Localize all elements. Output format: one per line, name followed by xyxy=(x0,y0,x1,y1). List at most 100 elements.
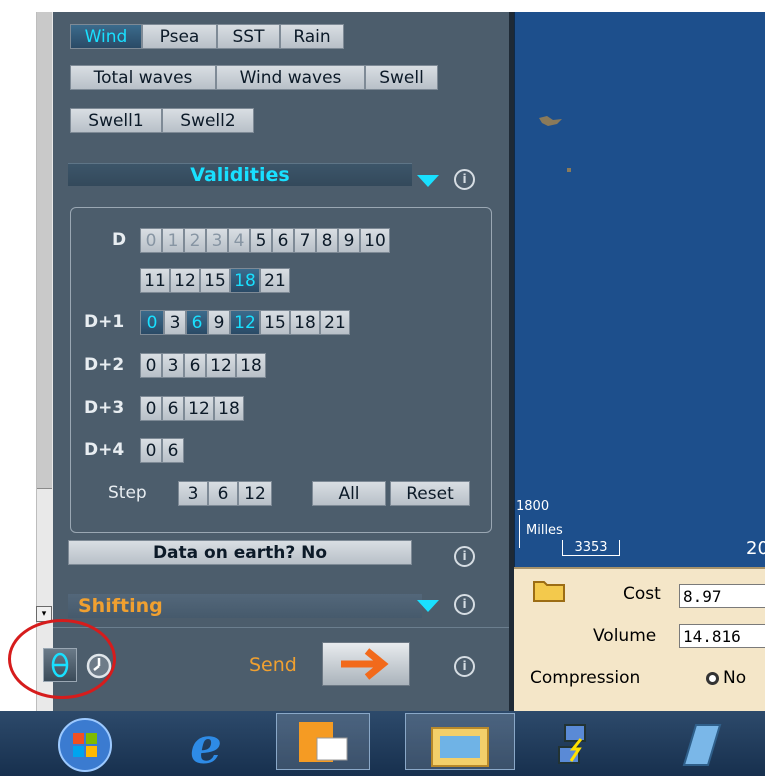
validity-d-1[interactable]: 1 xyxy=(162,228,184,253)
validity-d-0[interactable]: 0 xyxy=(140,228,162,253)
tab-wind[interactable]: Wind xyxy=(70,24,142,49)
validity-d3-12[interactable]: 12 xyxy=(184,396,214,421)
validity-d2-3[interactable]: 3 xyxy=(162,353,184,378)
validity-d-11[interactable]: 11 xyxy=(140,268,170,293)
collapse-triangle-icon[interactable] xyxy=(417,175,439,187)
validity-d1-12[interactable]: 12 xyxy=(230,310,260,335)
network-button[interactable] xyxy=(545,717,605,774)
explorer-button[interactable] xyxy=(405,713,515,770)
shifting-header[interactable]: Shifting xyxy=(68,594,422,618)
row-label-d1: D+1 xyxy=(84,312,125,332)
tab-swell1[interactable]: Swell1 xyxy=(70,108,162,133)
network-icon xyxy=(558,724,586,764)
send-label: Send xyxy=(249,654,297,676)
row-label-d2: D+2 xyxy=(84,355,125,375)
folder-icon xyxy=(533,581,565,602)
scale-vertical-bar xyxy=(519,515,520,548)
compression-no-label: No xyxy=(723,668,747,688)
shifting-info-icon[interactable]: i xyxy=(454,594,475,615)
tab-rain[interactable]: Rain xyxy=(280,24,344,49)
send-button[interactable] xyxy=(322,642,410,686)
scale-bar: 3353 xyxy=(562,540,620,556)
data-on-earth-info-icon[interactable]: i xyxy=(454,546,475,567)
tab-sst[interactable]: SST xyxy=(217,24,280,49)
scale-top: 1800 xyxy=(516,499,550,514)
tab-psea[interactable]: Psea xyxy=(142,24,217,49)
validity-d-6[interactable]: 6 xyxy=(272,228,294,253)
step-12-button[interactable]: 12 xyxy=(238,481,272,506)
validity-d-9[interactable]: 9 xyxy=(338,228,360,253)
shifting-triangle-icon[interactable] xyxy=(417,600,439,612)
cost-label: Cost xyxy=(623,584,661,604)
map-land-shapes xyxy=(539,116,571,172)
validity-d2-12[interactable]: 12 xyxy=(206,353,236,378)
step-label: Step xyxy=(108,483,147,503)
validity-d-15[interactable]: 15 xyxy=(200,268,230,293)
validity-d3-18[interactable]: 18 xyxy=(214,396,244,421)
validity-d1-3[interactable]: 3 xyxy=(164,310,186,335)
tab-wind-waves[interactable]: Wind waves xyxy=(216,65,365,90)
validity-d-7[interactable]: 7 xyxy=(294,228,316,253)
scale-unit: Milles xyxy=(526,523,563,538)
validity-d1-15[interactable]: 15 xyxy=(260,310,290,335)
step-all-button[interactable]: All xyxy=(312,481,386,506)
folder-icon xyxy=(431,727,489,767)
longitude-label: 20 xyxy=(746,538,765,559)
internet-explorer-button[interactable]: e xyxy=(176,716,236,775)
validity-d-8[interactable]: 8 xyxy=(316,228,338,253)
volume-field[interactable]: 14.816 xyxy=(679,624,765,648)
validity-d4-0[interactable]: 0 xyxy=(140,438,162,463)
tab-swell2[interactable]: Swell2 xyxy=(162,108,254,133)
validity-d3-6[interactable]: 6 xyxy=(162,396,184,421)
data-on-earth-button[interactable]: Data on earth? No xyxy=(68,540,412,565)
send-arrow-icon xyxy=(341,648,389,680)
step-6-button[interactable]: 6 xyxy=(208,481,238,506)
validities-info-icon[interactable]: i xyxy=(454,169,475,190)
validity-d1-0[interactable]: 0 xyxy=(140,310,164,335)
validity-d-2[interactable]: 2 xyxy=(184,228,206,253)
validity-d-3[interactable]: 3 xyxy=(206,228,228,253)
validity-d1-18[interactable]: 18 xyxy=(290,310,320,335)
send-info-icon[interactable]: i xyxy=(454,656,475,677)
windows-logo-icon xyxy=(58,718,112,772)
scrollbar-thumb[interactable] xyxy=(37,12,52,489)
cost-field[interactable]: 8.97 xyxy=(679,584,765,608)
left-margin xyxy=(0,0,36,711)
notepad-button[interactable] xyxy=(668,717,728,774)
validity-d2-18[interactable]: 18 xyxy=(236,353,266,378)
notepad-icon xyxy=(682,724,722,766)
validity-d-5[interactable]: 5 xyxy=(250,228,272,253)
compression-label: Compression xyxy=(530,668,641,688)
validity-d2-6[interactable]: 6 xyxy=(184,353,206,378)
validity-d-18[interactable]: 18 xyxy=(230,268,260,293)
island-shape xyxy=(539,116,562,126)
compression-no-radio[interactable] xyxy=(706,672,719,685)
tab-swell[interactable]: Swell xyxy=(365,65,438,90)
validity-d-10[interactable]: 10 xyxy=(360,228,390,253)
validity-d3-0[interactable]: 0 xyxy=(140,396,162,421)
row-label-d4: D+4 xyxy=(84,440,125,460)
panel-divider xyxy=(53,627,509,628)
open-folder-button[interactable] xyxy=(532,578,566,604)
validity-d-12[interactable]: 12 xyxy=(170,268,200,293)
validity-d-21[interactable]: 21 xyxy=(260,268,290,293)
tab-total-waves[interactable]: Total waves xyxy=(70,65,216,90)
highlight-circle xyxy=(8,619,116,699)
validity-d4-6[interactable]: 6 xyxy=(162,438,184,463)
validity-d-4[interactable]: 4 xyxy=(228,228,250,253)
outlook-button[interactable] xyxy=(276,713,370,770)
row-label-d3: D+3 xyxy=(84,398,125,418)
internet-explorer-icon: e xyxy=(190,716,222,775)
validities-header[interactable]: Validities xyxy=(68,163,412,186)
validity-d2-0[interactable]: 0 xyxy=(140,353,162,378)
outlook-icon xyxy=(299,722,348,762)
validity-d1-9[interactable]: 9 xyxy=(208,310,230,335)
reset-button[interactable]: Reset xyxy=(390,481,470,506)
island-dot xyxy=(567,168,571,172)
step-3-button[interactable]: 3 xyxy=(178,481,208,506)
map-canvas[interactable] xyxy=(514,12,765,567)
validity-d1-6[interactable]: 6 xyxy=(186,310,208,335)
validity-d1-21[interactable]: 21 xyxy=(320,310,350,335)
svg-text:e: e xyxy=(190,717,222,773)
start-button[interactable] xyxy=(43,715,127,772)
